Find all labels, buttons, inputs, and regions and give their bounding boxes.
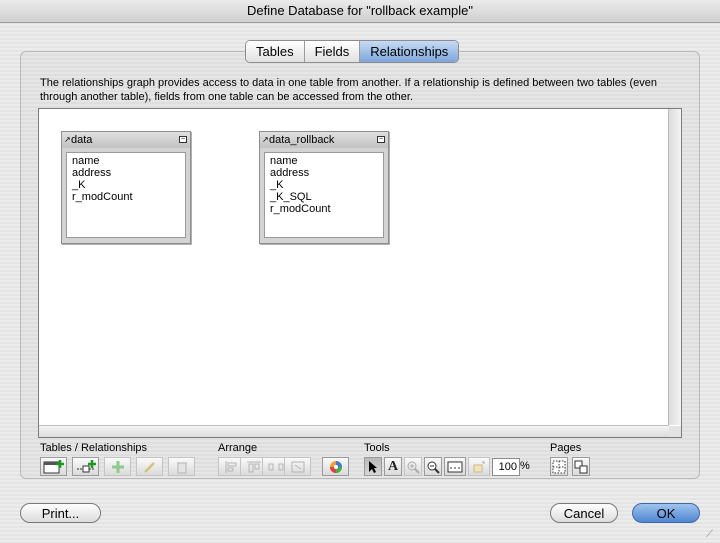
field-item[interactable]: address [67,167,185,179]
table-occurrence-data-rollback[interactable]: ↗ data_rollback − name address _K _K_SQL… [259,131,389,244]
table-occurrence-data[interactable]: ↗ data − name address _K r_modCount [61,131,191,244]
group-label-tools: Tools [364,442,390,454]
table-header[interactable]: ↗ data − [62,132,190,148]
arrow-icon: ↗ [64,135,71,144]
field-list: name address _K r_modCount [66,152,186,238]
resize-button[interactable] [284,457,311,476]
zoom-level-field[interactable]: 100 [492,458,520,476]
group-label-pages: Pages [550,442,582,454]
pointer-tool-button[interactable] [364,457,382,476]
table-name: data [71,134,93,146]
edit-button[interactable] [136,457,163,476]
field-item[interactable]: r_modCount [265,203,383,215]
field-item[interactable]: _K [67,179,185,191]
description-text: The relationships graph provides access … [40,77,657,103]
print-button[interactable]: Print... [20,503,101,523]
arrow-icon: ↗ [262,135,269,144]
page-breaks-icon [552,460,566,473]
group-label-arrange: Arrange [218,442,258,454]
field-item[interactable]: name [265,155,383,167]
delete-icon [176,462,187,473]
resize-grip-icon[interactable]: ⟋ [706,529,718,541]
tab-bar: Tables Fields Relationships [245,40,460,63]
display-relationships-button[interactable] [444,457,466,476]
page-breaks-button[interactable] [550,457,568,476]
display-relationships-icon [447,461,463,472]
color-button[interactable] [322,457,349,476]
field-item[interactable]: _K_SQL [265,191,383,203]
relationships-graph[interactable]: ↗ data − name address _K r_modCount ↗ da… [38,108,682,438]
text-tool-button[interactable]: A [384,457,402,476]
distribute-icon [268,463,283,470]
pointer-icon [369,460,377,473]
resize-to-fit-button[interactable] [468,457,490,476]
duplicate-button[interactable] [104,457,131,476]
text-tool-icon: A [387,458,399,474]
zoom-out-icon [427,461,440,474]
zoom-out-button[interactable] [424,457,442,476]
add-relationship-icon [76,460,96,473]
tab-tables[interactable]: Tables [246,41,305,62]
tab-relationships[interactable]: Relationships [360,41,459,62]
delete-button[interactable] [168,457,195,476]
field-item[interactable]: address [265,167,383,179]
ok-button[interactable]: OK [632,503,700,523]
duplicate-icon [111,460,124,473]
horizontal-scrollbar[interactable] [39,425,669,437]
field-item[interactable]: _K [265,179,383,191]
zoom-in-button[interactable] [404,457,422,476]
color-wheel-icon [329,460,342,473]
field-item[interactable]: name [67,155,185,167]
zoom-in-icon [407,461,420,474]
vertical-scrollbar[interactable] [668,109,681,425]
table-header[interactable]: ↗ data_rollback − [260,132,388,148]
page-setup-icon [574,460,588,473]
page-setup-button[interactable] [572,457,590,476]
collapse-icon[interactable]: − [179,136,187,143]
add-relationship-button[interactable] [72,457,99,476]
field-item[interactable]: r_modCount [67,191,185,203]
group-label-tables-relationships: Tables / Relationships [40,442,148,454]
collapse-icon[interactable]: − [377,136,385,143]
table-name: data_rollback [269,134,335,146]
resize-icon [291,461,304,472]
scroll-corner [669,426,681,437]
zoom-unit-label: % [520,460,530,472]
field-list: name address _K _K_SQL r_modCount [264,152,384,238]
tab-fields[interactable]: Fields [304,41,361,62]
cancel-button[interactable]: Cancel [550,503,618,523]
align-top-icon [246,461,261,472]
resize-icon [473,461,485,472]
window-title: Define Database for "rollback example" [0,0,720,23]
edit-icon [143,461,155,473]
align-left-icon [225,460,236,473]
add-table-button[interactable] [40,457,67,476]
add-table-icon [43,460,64,474]
